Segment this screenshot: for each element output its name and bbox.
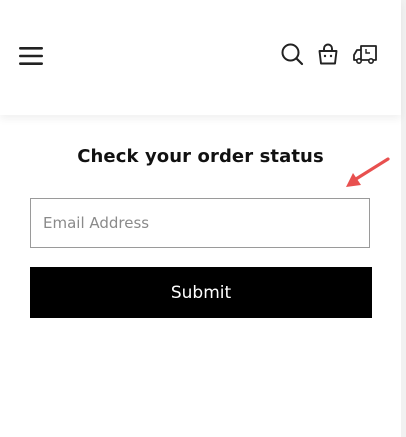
shopping-bag-icon bbox=[318, 43, 338, 65]
annotation-arrow-icon bbox=[346, 157, 390, 187]
search-button[interactable] bbox=[278, 40, 306, 68]
email-field[interactable] bbox=[30, 198, 370, 248]
scrollbar-track bbox=[401, 0, 406, 437]
submit-button[interactable]: Submit bbox=[30, 267, 372, 318]
hamburger-menu-icon bbox=[19, 47, 43, 65]
menu-button[interactable] bbox=[15, 40, 47, 72]
search-icon bbox=[281, 43, 304, 66]
cart-button[interactable] bbox=[314, 40, 342, 68]
site-header bbox=[0, 0, 401, 115]
page: Check your order status Submit bbox=[0, 0, 406, 437]
delivery-truck-icon bbox=[353, 45, 377, 64]
track-order-button[interactable] bbox=[350, 39, 382, 69]
